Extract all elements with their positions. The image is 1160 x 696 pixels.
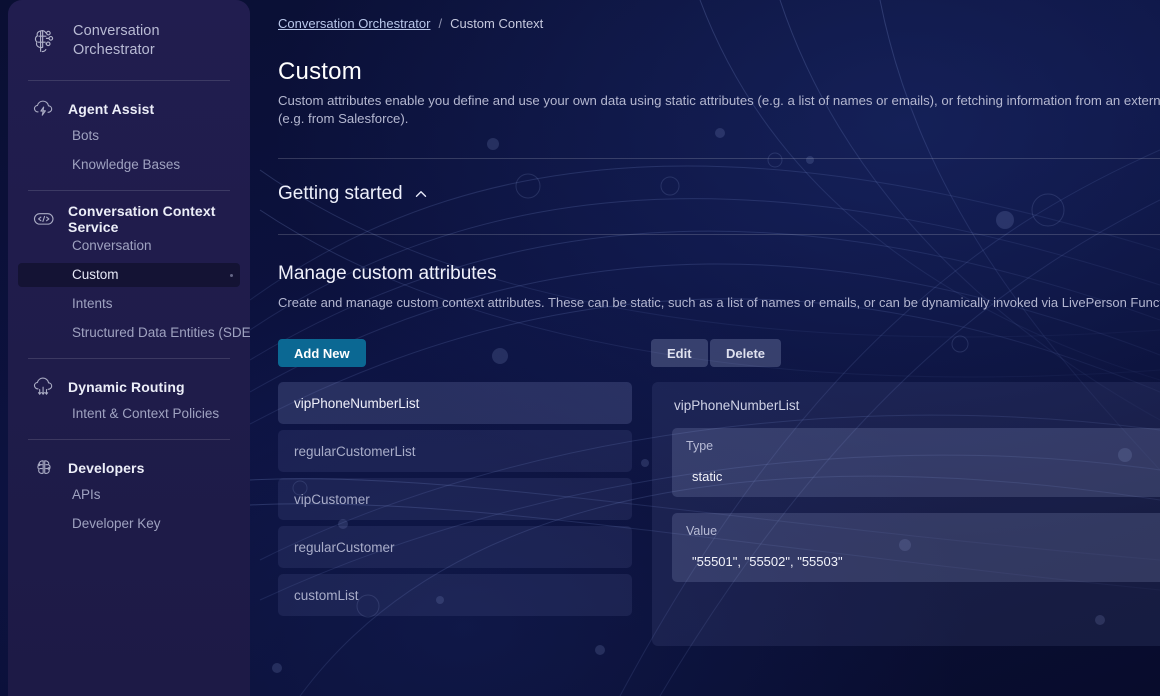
- sidebar-item-intents[interactable]: Intents: [18, 292, 240, 316]
- detail-field-value: "55501", "55502", "55503": [692, 554, 843, 569]
- delete-button[interactable]: Delete: [710, 339, 782, 367]
- sidebar-item-conversation[interactable]: Conversation: [18, 234, 240, 258]
- cloud-bolt-icon: [33, 100, 53, 116]
- detail-field-value-group: Value "55501", "55502", "55503": [672, 513, 1160, 582]
- brand-line-1: Conversation: [73, 23, 160, 39]
- page-title: Custom: [278, 58, 362, 85]
- sidebar-header-label: Agent Assist: [68, 101, 155, 117]
- detail-field-label: Value: [686, 524, 718, 538]
- detail-field-label: Type: [686, 439, 714, 453]
- add-new-button[interactable]: Add New: [278, 339, 366, 367]
- getting-started-toggle[interactable]: Getting started: [278, 183, 428, 205]
- breadcrumb-link-root[interactable]: Conversation Orchestrator: [278, 16, 430, 31]
- attribute-list: vipPhoneNumberList regularCustomerList v…: [278, 382, 632, 622]
- sidebar-header-label: Conversation Context Service: [68, 203, 216, 235]
- sidebar-group-conversation-context-service: Conversation Context Service Conversatio…: [8, 191, 250, 358]
- sidebar-item-knowledge-bases[interactable]: Knowledge Bases: [18, 153, 240, 177]
- sidebar-item-bots[interactable]: Bots: [18, 124, 240, 148]
- sidebar-header-agent-assist[interactable]: Agent Assist: [8, 94, 250, 124]
- list-item[interactable]: customList: [278, 574, 632, 616]
- sidebar-group-dynamic-routing: Dynamic Routing Intent & Context Policie…: [8, 359, 250, 439]
- sidebar-header-dynamic-routing[interactable]: Dynamic Routing: [8, 372, 250, 402]
- detail-field-type: Type static: [672, 428, 1160, 497]
- sidebar-item-apis[interactable]: APIs: [18, 483, 240, 507]
- breadcrumb: Conversation Orchestrator / Custom Conte…: [278, 16, 543, 31]
- breadcrumb-current: Custom Context: [450, 16, 544, 31]
- getting-started-label: Getting started: [278, 183, 403, 204]
- sidebar-item-developer-key[interactable]: Developer Key: [18, 512, 240, 536]
- attribute-detail-panel: vipPhoneNumberList Type static Value "55…: [652, 382, 1160, 646]
- list-item[interactable]: regularCustomerList: [278, 430, 632, 472]
- brand-line-2: Orchestrator: [73, 42, 155, 58]
- list-item[interactable]: regularCustomer: [278, 526, 632, 568]
- detail-title: vipPhoneNumberList: [674, 398, 800, 413]
- sidebar-item-custom[interactable]: Custom: [18, 263, 240, 287]
- section-title-manage: Manage custom attributes: [278, 263, 497, 284]
- page-description: Custom attributes enable you define and …: [278, 93, 1160, 126]
- brand[interactable]: Conversation Orchestrator: [8, 0, 250, 80]
- list-item[interactable]: vipPhoneNumberList: [278, 382, 632, 424]
- sidebar-group-developers: Developers APIs Developer Key: [8, 440, 250, 549]
- list-item[interactable]: vipCustomer: [278, 478, 632, 520]
- chevron-up-icon[interactable]: [414, 187, 428, 201]
- brand-text: Conversation Orchestrator: [73, 22, 160, 60]
- app-root: Conversation Orchestrator Agent Assist B…: [0, 0, 1160, 696]
- divider-middle: [278, 234, 1160, 235]
- brain-network-icon: [34, 30, 54, 53]
- main-content: Conversation Orchestrator / Custom Conte…: [250, 0, 1160, 696]
- detail-field-value: static: [692, 469, 723, 484]
- edit-button[interactable]: Edit: [651, 339, 708, 367]
- sidebar-item-structured-data-entities[interactable]: Structured Data Entities (SDE): [18, 321, 250, 345]
- sidebar: Conversation Orchestrator Agent Assist B…: [8, 0, 250, 696]
- sidebar-group-agent-assist: Agent Assist Bots Knowledge Bases: [8, 81, 250, 190]
- breadcrumb-separator: /: [438, 16, 443, 31]
- sidebar-header-developers[interactable]: Developers: [8, 453, 250, 483]
- section-description-manage: Create and manage custom context attribu…: [278, 295, 1160, 310]
- sidebar-header-conversation-context-service[interactable]: Conversation Context Service: [8, 203, 250, 235]
- sidebar-header-label: Developers: [68, 460, 145, 476]
- divider-top: [278, 158, 1160, 159]
- brain-circuit-icon: [37, 460, 51, 474]
- code-brackets-icon: [33, 213, 54, 225]
- sidebar-header-label: Dynamic Routing: [68, 379, 185, 395]
- cloud-routing-icon: [33, 377, 53, 395]
- sidebar-item-intent-and-context-policies[interactable]: Intent & Context Policies: [18, 402, 240, 426]
